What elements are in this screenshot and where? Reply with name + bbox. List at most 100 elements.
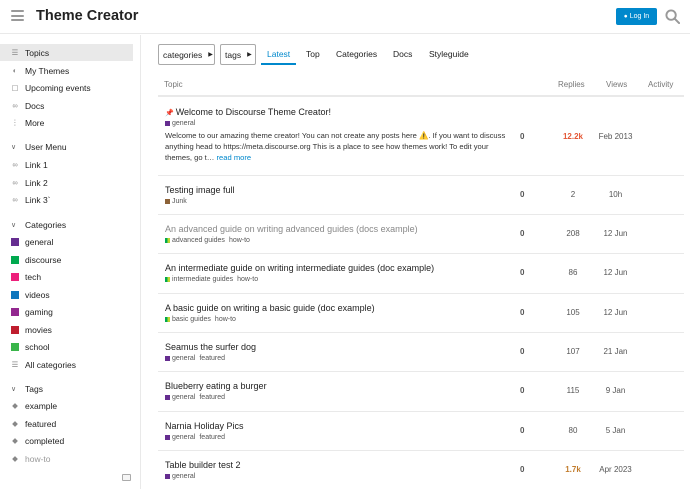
sidebar-item-category[interactable]: tech: [0, 268, 133, 285]
sidebar-item-all-categories[interactable]: ☰ All categories: [0, 356, 133, 373]
topic-title[interactable]: An advanced guide on writing advanced gu…: [165, 224, 418, 234]
sidebar-collapse-icon[interactable]: [122, 474, 131, 481]
sidebar-item-tag[interactable]: ◆ completed: [0, 432, 133, 449]
header-views[interactable]: Views: [606, 80, 627, 89]
activity-date[interactable]: Apr 2023: [593, 465, 638, 474]
table-row[interactable]: Blueberry eating a burger general featur…: [158, 372, 684, 412]
sidebar-item-category[interactable]: gaming: [0, 303, 133, 320]
replies-count[interactable]: 115: [558, 386, 588, 395]
link-icon: ∞: [12, 178, 18, 187]
category-color-swatch: [165, 198, 170, 204]
topic-title[interactable]: Blueberry eating a burger: [165, 381, 267, 391]
topic-title[interactable]: Testing image full: [165, 185, 235, 195]
sidebar-item-label: All categories: [25, 359, 77, 370]
sidebar-item-category[interactable]: school: [0, 338, 133, 355]
tag-label[interactable]: featured: [199, 394, 225, 401]
activity-date[interactable]: 10h: [593, 190, 638, 199]
category-badge[interactable]: basic guides: [165, 316, 211, 323]
tab-top[interactable]: Top: [306, 49, 320, 59]
header-replies[interactable]: Replies: [558, 80, 585, 89]
tags-dropdown[interactable]: tags ▶: [220, 44, 256, 65]
sidebar-item-link-2[interactable]: ∞ Link 2: [0, 174, 133, 191]
activity-date[interactable]: Feb 2013: [593, 132, 638, 141]
login-button[interactable]: ● Log In: [616, 8, 657, 25]
sidebar-item-more[interactable]: ⋮ More: [0, 114, 133, 131]
sidebar-item-topics[interactable]: ☰ Topics: [0, 44, 133, 61]
table-row[interactable]: Narnia Holiday Pics general featured 0 8…: [158, 412, 684, 451]
activity-date[interactable]: 21 Jan: [593, 347, 638, 356]
sidebar-item-category[interactable]: movies: [0, 321, 133, 338]
topic-title[interactable]: A basic guide on writing a basic guide (…: [165, 303, 375, 313]
category-badge[interactable]: intermediate guides: [165, 276, 233, 283]
tab-styleguide[interactable]: Styleguide: [429, 49, 469, 59]
replies-count[interactable]: 1.7k: [558, 465, 588, 474]
table-row[interactable]: 📌 Welcome to Discourse Theme Creator! gen…: [158, 97, 684, 176]
sidebar-item-label: gaming: [25, 306, 53, 317]
replies-count[interactable]: 86: [558, 268, 588, 277]
tab-docs[interactable]: Docs: [393, 49, 412, 59]
search-icon[interactable]: [665, 9, 680, 24]
replies-count[interactable]: 2: [558, 190, 588, 199]
sidebar-item-category[interactable]: general: [0, 233, 133, 250]
sidebar-item-label: school: [25, 341, 50, 352]
sidebar-item-category[interactable]: videos: [0, 286, 133, 303]
header-topic[interactable]: Topic: [164, 80, 183, 89]
topic-title[interactable]: Seamus the surfer dog: [165, 342, 256, 352]
tag-label[interactable]: how-to: [237, 276, 258, 283]
activity-date[interactable]: 12 Jun: [593, 268, 638, 277]
sidebar-item-tag[interactable]: ◆ how-to: [0, 450, 133, 467]
sidebar-item-category[interactable]: discourse: [0, 251, 133, 268]
header-activity[interactable]: Activity: [648, 80, 673, 89]
replies-count[interactable]: 12.2k: [558, 132, 588, 141]
tab-categories[interactable]: Categories: [336, 49, 377, 59]
activity-date[interactable]: 12 Jun: [593, 229, 638, 238]
sidebar-item-tag[interactable]: ◆ example: [0, 397, 133, 414]
tag-label[interactable]: how-to: [215, 316, 236, 323]
tag-label[interactable]: how-to: [229, 237, 250, 244]
topic-title[interactable]: Table builder test 2: [165, 460, 241, 470]
table-row[interactable]: Testing image full Junk 0 2 10h: [158, 176, 684, 215]
categories-dropdown[interactable]: categories ▶: [158, 44, 215, 65]
replies-count[interactable]: 80: [558, 426, 588, 435]
sidebar-item-link-3[interactable]: ∞ Link 3`: [0, 191, 133, 208]
topic-excerpt: Welcome to our amazing theme creator! Yo…: [165, 130, 510, 163]
category-color-swatch: [165, 394, 170, 400]
category-badge[interactable]: general: [165, 394, 195, 401]
sidebar-item-upcoming-events[interactable]: ▢ Upcoming events: [0, 79, 133, 96]
table-row[interactable]: An intermediate guide on writing interme…: [158, 254, 684, 294]
tag-label[interactable]: featured: [199, 355, 225, 362]
replies-count[interactable]: 107: [558, 347, 588, 356]
activity-date[interactable]: 5 Jan: [593, 426, 638, 435]
read-more-link[interactable]: read more: [217, 153, 252, 162]
category-badge[interactable]: general: [165, 473, 195, 480]
caret-right-icon: ▶: [247, 52, 252, 58]
table-row[interactable]: Table builder test 2 general 0 1.7k Apr …: [158, 451, 684, 489]
sidebar-item-link-1[interactable]: ∞ Link 1: [0, 156, 133, 173]
category-badge[interactable]: general: [165, 434, 195, 441]
topic-title[interactable]: 📌 Welcome to Discourse Theme Creator!: [165, 107, 331, 117]
category-badge[interactable]: general: [165, 120, 195, 127]
sidebar-item-docs[interactable]: ∞ Docs: [0, 97, 133, 114]
table-row[interactable]: A basic guide on writing a basic guide (…: [158, 294, 684, 333]
replies-count[interactable]: 105: [558, 308, 588, 317]
activity-date[interactable]: 9 Jan: [593, 386, 638, 395]
category-badge[interactable]: advanced guides: [165, 237, 225, 244]
category-badge[interactable]: Junk: [165, 198, 187, 205]
topic-title[interactable]: Narnia Holiday Pics: [165, 421, 244, 431]
activity-date[interactable]: 12 Jun: [593, 308, 638, 317]
sidebar-item-my-themes[interactable]: ◐ My Themes: [0, 62, 133, 79]
topic-title[interactable]: An intermediate guide on writing interme…: [165, 263, 434, 273]
sidebar-section-tags[interactable]: ∨ Tags: [0, 380, 133, 397]
hamburger-menu-icon[interactable]: [11, 10, 24, 21]
category-badge[interactable]: general: [165, 355, 195, 362]
site-title[interactable]: Theme Creator: [36, 8, 138, 24]
sidebar-section-user-menu[interactable]: ∨ User Menu: [0, 138, 133, 155]
replies-count[interactable]: 208: [558, 229, 588, 238]
posters-count: 0: [520, 347, 525, 356]
table-row[interactable]: An advanced guide on writing advanced gu…: [158, 215, 684, 254]
tab-latest[interactable]: Latest: [267, 49, 290, 59]
table-row[interactable]: Seamus the surfer dog general featured 0…: [158, 333, 684, 372]
sidebar-item-tag[interactable]: ◆ featured: [0, 415, 133, 432]
tag-label[interactable]: featured: [199, 434, 225, 441]
sidebar-section-categories[interactable]: ∨ Categories: [0, 216, 133, 233]
